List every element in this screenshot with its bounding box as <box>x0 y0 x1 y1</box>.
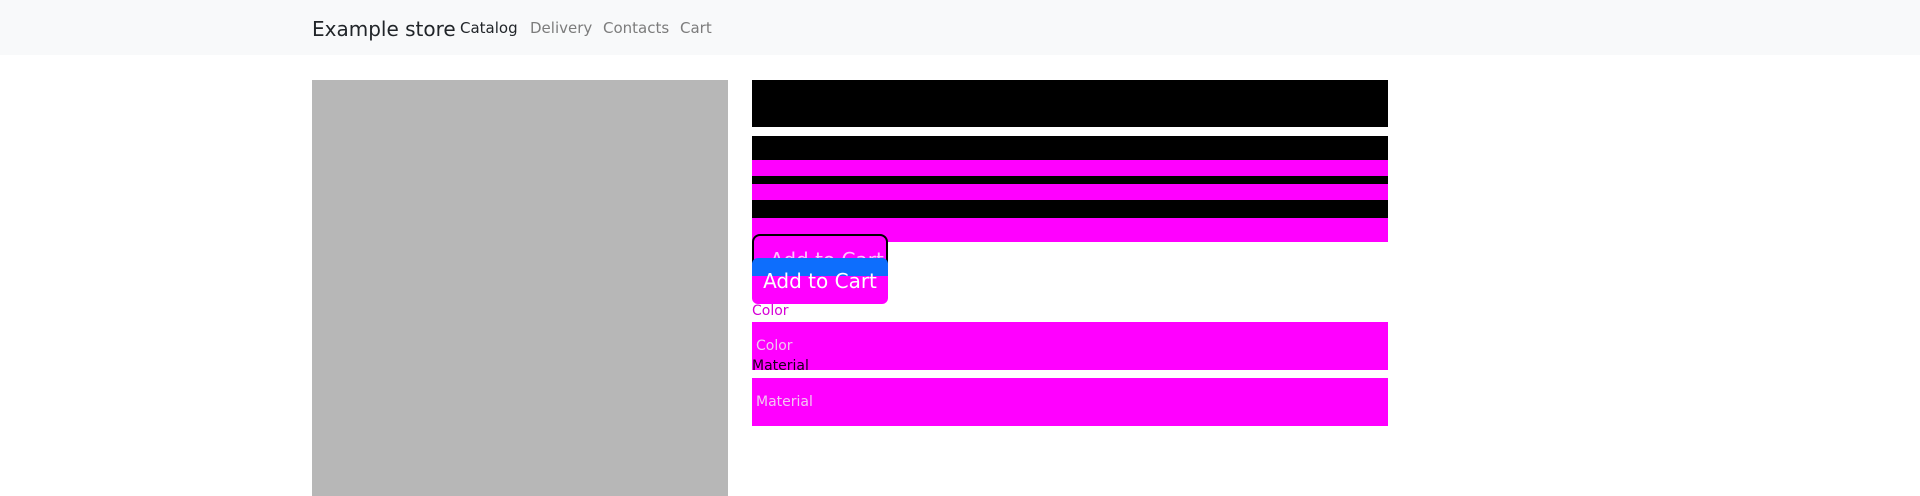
color-field[interactable] <box>752 322 1388 370</box>
product-details-highlight <box>752 160 1388 176</box>
product-details-redacted <box>752 200 1388 218</box>
nav-link-catalog[interactable]: Catalog <box>460 18 518 38</box>
product-details-redacted <box>752 176 1388 184</box>
brand-link[interactable]: Example store <box>312 14 456 44</box>
product-image <box>312 80 728 496</box>
product-title-redacted <box>752 80 1388 127</box>
product-details-highlight <box>752 184 1388 200</box>
add-to-cart-button[interactable]: Add to Cart <box>752 258 888 304</box>
material-label: Material <box>752 358 809 374</box>
material-field[interactable] <box>752 378 1388 426</box>
navbar: Example store Catalog Delivery Contacts … <box>0 0 1920 55</box>
product-details-redacted <box>752 136 1388 160</box>
nav-link-contacts[interactable]: Contacts <box>603 18 669 38</box>
nav-link-cart[interactable]: Cart <box>680 18 712 38</box>
nav-link-delivery[interactable]: Delivery <box>530 18 592 38</box>
color-label: Color <box>752 303 789 319</box>
